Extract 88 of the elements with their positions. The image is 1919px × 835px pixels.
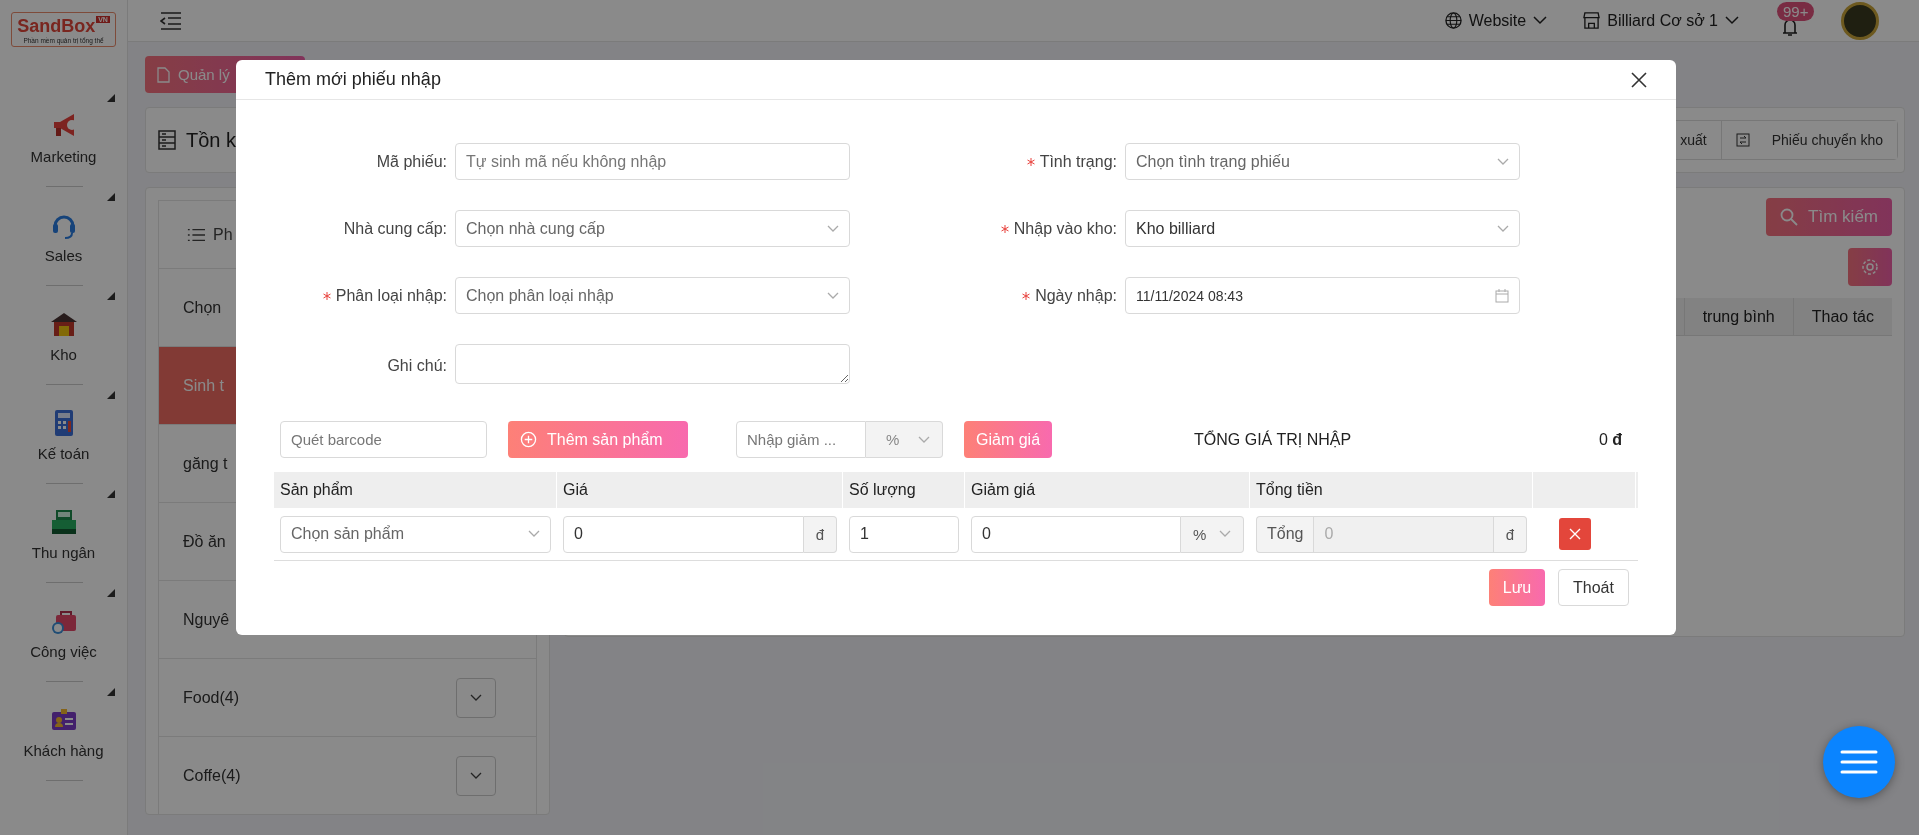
field-label: Tình trạng: (1039, 152, 1117, 171)
sidebar-item[interactable]: Kho (0, 286, 127, 385)
chevron-down-icon (918, 435, 930, 444)
select-field[interactable]: Chọn phân loại nhập (455, 277, 850, 314)
caret-icon (107, 589, 115, 597)
chevron-down-icon (827, 224, 839, 233)
avatar[interactable] (1841, 1, 1879, 40)
cancel-button[interactable]: Thoát (1558, 569, 1629, 606)
column-header: Số lượng (843, 472, 965, 508)
total-value: 0 đ (1598, 430, 1622, 449)
price-field[interactable]: 0 (563, 515, 804, 553)
add-product-button[interactable]: Thêm sản phẩm (508, 421, 688, 458)
chevron-down-icon (1497, 157, 1509, 166)
caret-icon (107, 292, 115, 300)
calendar-icon (1495, 288, 1509, 303)
chevron-down-icon (827, 291, 839, 300)
product-select[interactable]: Chọn sản phẩm (280, 515, 551, 553)
discount-field[interactable]: Nhập giảm ... (736, 421, 866, 458)
caret-icon (107, 193, 115, 201)
close-icon (1569, 528, 1581, 540)
caret-icon (107, 688, 115, 696)
menu-icon (1840, 749, 1878, 775)
chevron-down-icon (470, 693, 482, 702)
column-header: trung bình (1683, 298, 1793, 335)
column-header: Giảm giá (965, 472, 1250, 508)
select-field[interactable]: Chọn tình trạng phiếu (1125, 143, 1520, 180)
field-label: Ngày nhập: (1035, 286, 1117, 305)
list-header: Ph (213, 225, 233, 244)
field-label: Phân loại nhập: (335, 286, 447, 305)
list-icon (187, 226, 205, 243)
plus-circle-icon (520, 431, 537, 448)
caret-icon (107, 490, 115, 498)
notification-badge: 99+ (1777, 1, 1815, 21)
server-icon (158, 130, 176, 150)
field-label: Nhà cung cấp: (343, 219, 447, 238)
note-field[interactable] (455, 344, 850, 384)
settings-icon (1861, 258, 1879, 276)
sidebar-item[interactable]: Thu ngân (0, 484, 127, 583)
menu-button[interactable] (1823, 726, 1895, 798)
document-icon (157, 66, 170, 83)
category-item[interactable]: Food(4) (158, 658, 537, 736)
sidebar-item[interactable]: Kế toán (0, 385, 127, 484)
store-icon (1583, 12, 1601, 29)
chevron-down-icon (1725, 16, 1739, 25)
chevron-down-icon (1533, 16, 1548, 25)
globe-icon (1444, 12, 1462, 29)
date-field[interactable]: 11/11/2024 08:43 (1125, 277, 1520, 314)
panel-title: Tồn k (186, 128, 237, 152)
sidebar-item[interactable]: Công việc (0, 583, 127, 682)
unit-select[interactable]: % (866, 421, 943, 458)
unit-select[interactable]: % (1181, 515, 1244, 553)
select-field[interactable]: Chọn nhà cung cấp (455, 210, 850, 247)
column-header: Giá (557, 472, 843, 508)
close-button[interactable] (1629, 69, 1649, 90)
currency-addon: đ (803, 515, 837, 553)
column-header: Thao tác (1792, 298, 1892, 335)
sidebar-item[interactable]: Khách hàng (0, 682, 127, 781)
sidebar-item[interactable]: Marketing (0, 88, 127, 187)
close-icon (1631, 71, 1647, 88)
search-icon (1780, 208, 1799, 226)
field-label: Ghi chú: (387, 357, 447, 375)
menu-collapse-icon[interactable] (160, 11, 182, 30)
chevron-down-icon (1219, 530, 1231, 538)
chevron-down-icon (1497, 224, 1509, 233)
field-label: Mã phiếu: (376, 152, 447, 171)
total-label: TỔNG GIÁ TRỊ NHẬP (1194, 430, 1352, 449)
select-field[interactable]: Kho billiard (1125, 210, 1520, 247)
total-addon: Tổng (1256, 515, 1314, 553)
website-dropdown[interactable]: Website (1444, 11, 1548, 30)
quantity-field[interactable]: 1 (849, 515, 959, 553)
discount-field[interactable]: 0 (971, 515, 1181, 553)
field-label: Nhập vào kho: (1013, 219, 1117, 238)
column-header: Tổng tiền (1250, 472, 1533, 508)
text-field[interactable]: Tự sinh mã nếu không nhập (455, 143, 850, 180)
chevron-down-icon (470, 771, 482, 780)
save-button[interactable]: Lưu (1489, 569, 1545, 606)
branch-dropdown[interactable]: Billiard Cơ sở 1 (1583, 11, 1739, 30)
currency-addon: đ (1493, 515, 1527, 553)
delete-button[interactable] (1559, 518, 1591, 550)
discount-button[interactable]: Giảm giá (964, 421, 1053, 458)
chevron-down-icon (528, 530, 540, 538)
transfer-icon (1735, 133, 1750, 147)
barcode-field[interactable]: Quét barcode (280, 421, 487, 458)
caret-icon (107, 94, 115, 102)
category-item[interactable]: Coffe(4) (158, 736, 537, 814)
column-header: Sản phẩm (274, 472, 557, 508)
caret-icon (107, 391, 115, 399)
sidebar-item[interactable]: Sales (0, 187, 127, 286)
